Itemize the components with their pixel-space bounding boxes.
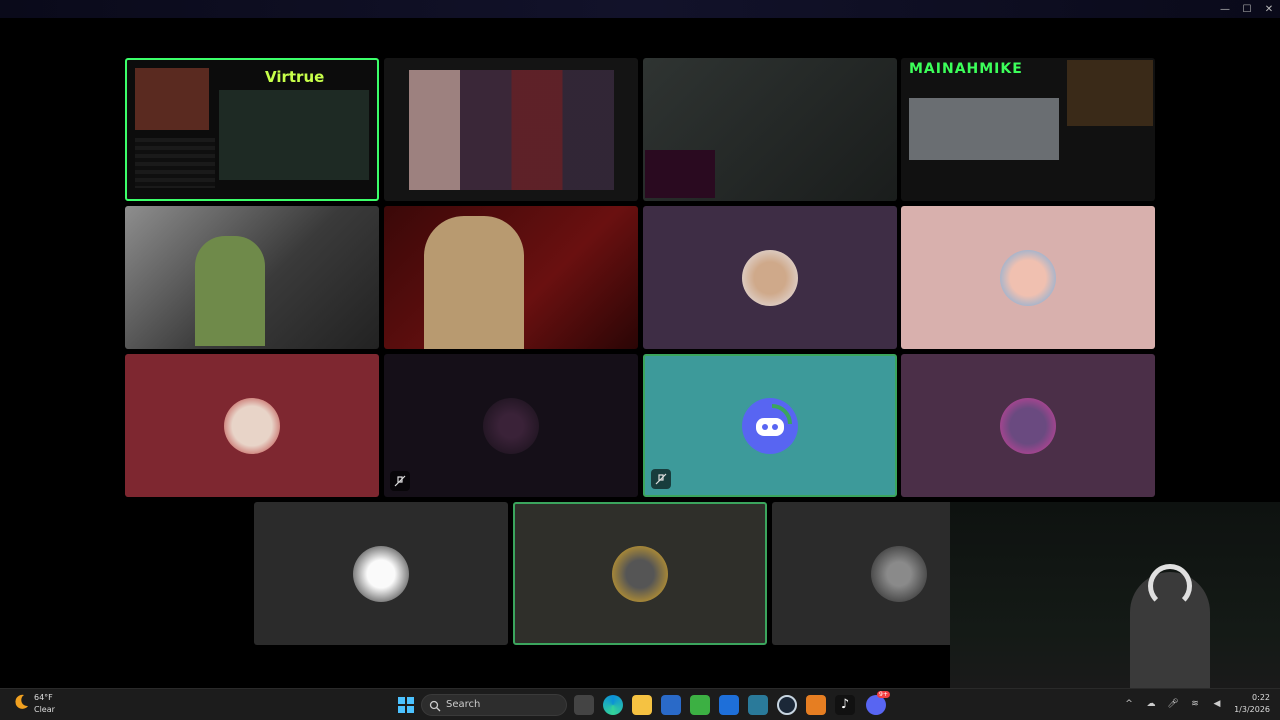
- avatar: [1000, 397, 1056, 454]
- volume-icon[interactable]: ◀: [1210, 697, 1224, 711]
- avatar: [1000, 249, 1056, 306]
- participant-tile[interactable]: [901, 354, 1155, 497]
- headset-icon: [1148, 564, 1192, 608]
- video-tile-webcam-2[interactable]: [384, 206, 638, 349]
- tiktok-icon[interactable]: ♪: [835, 695, 855, 715]
- weather-widget[interactable]: 64°F Clear: [12, 693, 55, 715]
- windows-start-icon[interactable]: [396, 695, 416, 715]
- file-explorer-icon[interactable]: [632, 695, 652, 715]
- chat-panel: [135, 138, 215, 188]
- participant-tile[interactable]: [384, 354, 638, 497]
- system-tray: ^ ☁ 🎤︎ ≋ ◀: [1122, 697, 1224, 711]
- app-blue-icon[interactable]: [719, 695, 739, 715]
- stream-tile-grid-view[interactable]: [384, 58, 638, 201]
- person-silhouette: [195, 236, 265, 346]
- participant-tile[interactable]: [254, 502, 508, 645]
- notification-badge: 9+: [877, 691, 890, 698]
- game-view: [219, 90, 369, 180]
- participant-tile-speaking[interactable]: [513, 502, 767, 645]
- stream-tile-mainahmike[interactable]: MAINAHMIKE: [901, 58, 1155, 201]
- app-orange-icon[interactable]: [806, 695, 826, 715]
- stream-tile-game-dark[interactable]: [643, 58, 897, 201]
- stream-tile-virtrue[interactable]: Virtrue: [125, 58, 379, 201]
- mic-muted-icon: [651, 469, 671, 489]
- stream-brand-title: Virtrue: [265, 68, 325, 86]
- video-tile-webcam-1[interactable]: [125, 206, 379, 349]
- participant-tile-speaking[interactable]: [643, 354, 897, 497]
- microsoft-store-icon[interactable]: [661, 695, 681, 715]
- participant-tile[interactable]: [901, 206, 1155, 349]
- search-placeholder: Search: [446, 699, 481, 710]
- app-package-icon[interactable]: [748, 695, 768, 715]
- window-titlebar: — ☐ ✕: [0, 0, 1280, 18]
- game-view: [909, 98, 1059, 160]
- avatar: [353, 545, 409, 602]
- avatar: [742, 249, 798, 306]
- webcam-overlay: [950, 502, 1280, 688]
- avatar: [612, 545, 668, 602]
- avatar: [483, 397, 539, 454]
- steam-icon[interactable]: [777, 695, 797, 715]
- chevron-up-icon[interactable]: ^: [1122, 697, 1136, 711]
- clock-time: 0:22: [1252, 693, 1270, 702]
- clock-date: 1/3/2026: [1234, 705, 1270, 714]
- webcam-feed: [1067, 60, 1153, 126]
- minimize-button[interactable]: —: [1214, 0, 1236, 18]
- microphone-icon[interactable]: 🎤︎: [1166, 697, 1180, 711]
- search-input[interactable]: Search: [421, 694, 567, 716]
- taskbar: 64°F Clear Search ♪ 9+ ^ ☁ 🎤︎ ≋ ◀ 0:22 1…: [0, 688, 1280, 720]
- webcam-feed: [645, 150, 715, 198]
- onedrive-icon[interactable]: ☁: [1144, 697, 1158, 711]
- person-silhouette: [424, 216, 524, 349]
- discord-avatar-icon: [742, 397, 798, 454]
- maximize-button[interactable]: ☐: [1236, 0, 1258, 18]
- weather-condition: Clear: [34, 705, 55, 714]
- webcam-feed: [135, 68, 209, 130]
- clock[interactable]: 0:22 1/3/2026: [1234, 692, 1270, 716]
- window-controls: — ☐ ✕: [1214, 0, 1280, 18]
- search-icon: [429, 700, 441, 712]
- close-button[interactable]: ✕: [1258, 0, 1280, 18]
- participant-tile[interactable]: [643, 206, 897, 349]
- minecraft-icon[interactable]: [690, 695, 710, 715]
- moon-icon: [15, 694, 28, 709]
- mic-muted-icon: [390, 471, 410, 491]
- wifi-icon[interactable]: ≋: [1188, 697, 1202, 711]
- participant-tile[interactable]: [125, 354, 379, 497]
- avatar: [224, 397, 280, 454]
- edge-icon[interactable]: [603, 695, 623, 715]
- task-view-icon[interactable]: [574, 695, 594, 715]
- avatar: [871, 545, 927, 602]
- weather-temp: 64°F: [34, 693, 53, 702]
- stream-brand-title: MAINAHMIKE: [909, 61, 1023, 77]
- discord-icon[interactable]: 9+: [866, 691, 890, 715]
- nested-grid: [409, 70, 614, 190]
